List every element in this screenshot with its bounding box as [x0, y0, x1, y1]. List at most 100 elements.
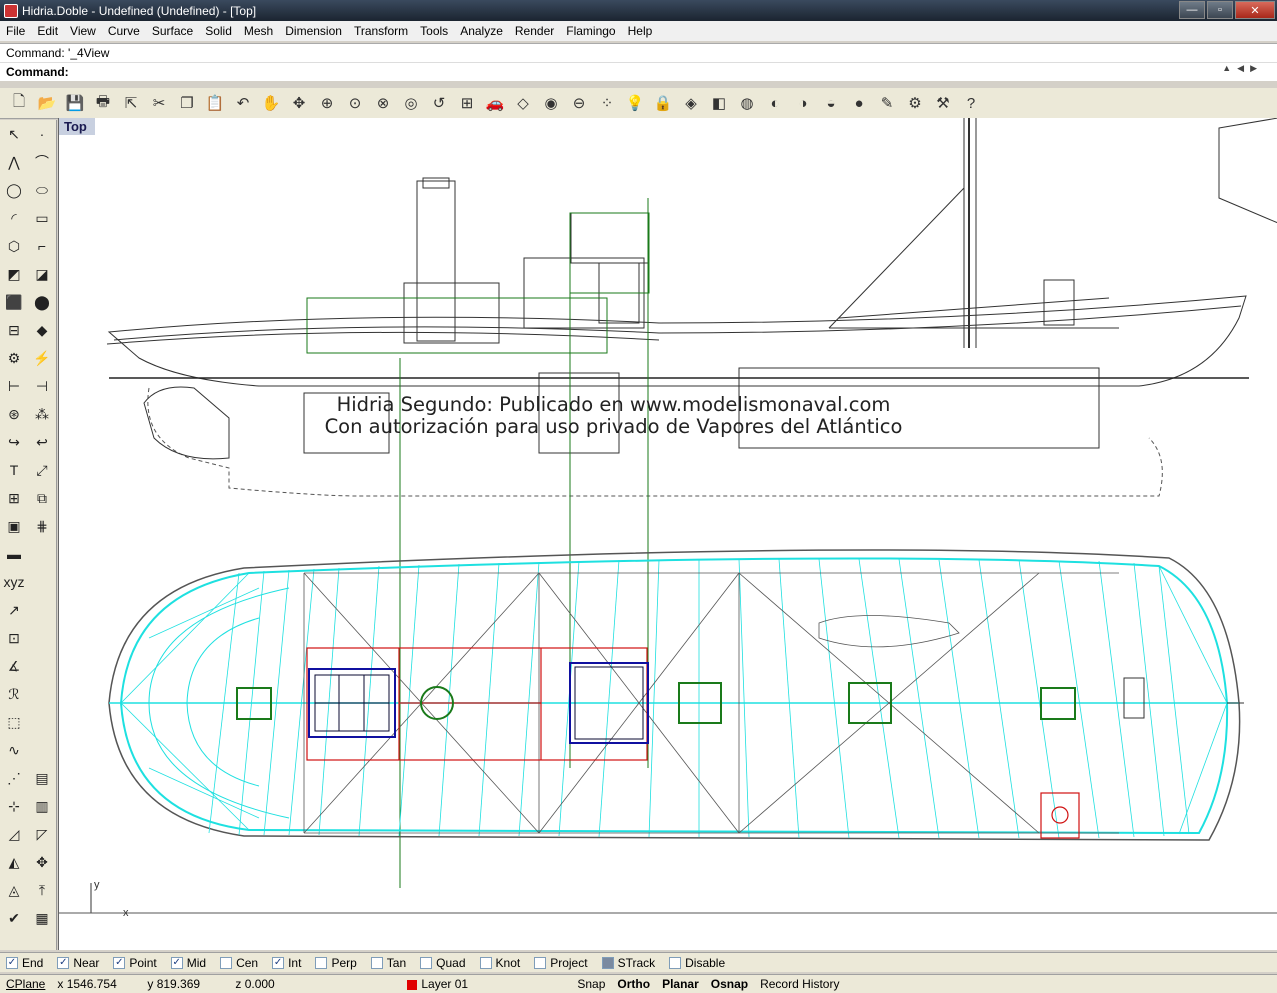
- pan-icon[interactable]: ✋: [258, 90, 284, 116]
- named-view-icon[interactable]: 🚗: [482, 90, 508, 116]
- split-icon[interactable]: ↩: [28, 428, 56, 456]
- zoom-selected-icon[interactable]: ◎: [398, 90, 424, 116]
- osnap-strack-checkbox[interactable]: [601, 956, 614, 969]
- osnap-int[interactable]: ✓ Int: [272, 956, 301, 970]
- osnap-point-checkbox[interactable]: ✓: [113, 956, 126, 969]
- panel-icon[interactable]: ▤: [28, 764, 56, 792]
- angle-icon[interactable]: ∡: [0, 652, 28, 680]
- osnap-end[interactable]: ✓ End: [6, 956, 43, 970]
- toolbar-layout-icon[interactable]: ⚒: [930, 90, 956, 116]
- blank-tool-icon[interactable]: [28, 652, 56, 680]
- blank-tool-icon[interactable]: [28, 680, 56, 708]
- cplane-indicator[interactable]: CPlane: [0, 977, 51, 991]
- select-icon[interactable]: ↖: [0, 120, 28, 148]
- edge-icon[interactable]: ◿: [0, 820, 28, 848]
- grid-snap-icon[interactable]: ◉: [538, 90, 564, 116]
- osnap-icon[interactable]: ⊖: [566, 90, 592, 116]
- osnap-quad-checkbox[interactable]: [420, 956, 433, 969]
- dimension-icon[interactable]: ⊢: [0, 372, 28, 400]
- check-icon[interactable]: ✔: [0, 904, 28, 932]
- new-file-icon[interactable]: 🗋: [6, 90, 32, 116]
- blank-tool-icon[interactable]: [28, 540, 56, 568]
- osnap-toggle[interactable]: Osnap: [705, 977, 754, 991]
- menu-analyze[interactable]: Analyze: [454, 24, 509, 38]
- panel2-icon[interactable]: ▥: [28, 792, 56, 820]
- hatch-icon[interactable]: ⋕: [28, 512, 56, 540]
- edit-points-icon[interactable]: ⋰: [0, 764, 28, 792]
- menu-surface[interactable]: Surface: [146, 24, 199, 38]
- blank-tool-icon[interactable]: [28, 568, 56, 596]
- arc-icon[interactable]: ◜: [0, 204, 28, 232]
- osnap-point[interactable]: ✓ Point: [113, 956, 157, 970]
- minimize-button[interactable]: —: [1179, 1, 1205, 19]
- polygon-icon[interactable]: ⬡: [0, 232, 28, 260]
- osnap-mid[interactable]: ✓ Mid: [170, 956, 206, 970]
- length-icon[interactable]: ⊡: [0, 624, 28, 652]
- blank-tool-icon[interactable]: [28, 624, 56, 652]
- viewport-label[interactable]: Top: [59, 118, 95, 135]
- cplane-icon[interactable]: ◇: [510, 90, 536, 116]
- osnap-near-checkbox[interactable]: ✓: [57, 956, 70, 969]
- menu-file[interactable]: File: [0, 24, 31, 38]
- surface-icon[interactable]: ◩: [0, 260, 28, 288]
- menu-transform[interactable]: Transform: [348, 24, 414, 38]
- export-icon[interactable]: ⇱: [118, 90, 144, 116]
- color-wheel-icon[interactable]: ◍: [734, 90, 760, 116]
- mirror-icon[interactable]: ⧉: [28, 484, 56, 512]
- extrude-icon[interactable]: ◪: [28, 260, 56, 288]
- cut-icon[interactable]: ✂: [146, 90, 172, 116]
- points-icon[interactable]: ⁘: [594, 90, 620, 116]
- open-file-icon[interactable]: 📂: [34, 90, 60, 116]
- light-icon[interactable]: 💡: [622, 90, 648, 116]
- top-viewport[interactable]: y x Top Hidria Segundo: Publicado en www…: [58, 118, 1277, 950]
- fillet-icon[interactable]: ⌐: [28, 232, 56, 260]
- trim-icon[interactable]: ↪: [0, 428, 28, 456]
- lock-icon[interactable]: 🔒: [650, 90, 676, 116]
- osnap-cen-checkbox[interactable]: [220, 956, 233, 969]
- circle-icon[interactable]: ◯: [0, 176, 28, 204]
- distance-icon[interactable]: ↗: [0, 596, 28, 624]
- menu-solid[interactable]: Solid: [199, 24, 238, 38]
- menu-help[interactable]: Help: [622, 24, 659, 38]
- osnap-quad[interactable]: Quad: [420, 956, 466, 970]
- rectangle-icon[interactable]: ▭: [28, 204, 56, 232]
- osnap-disable[interactable]: Disable: [669, 956, 725, 970]
- zoom-icon[interactable]: ⊕: [314, 90, 340, 116]
- text-icon[interactable]: T: [0, 456, 28, 484]
- osnap-perp[interactable]: Perp: [315, 956, 357, 970]
- snap-toggle[interactable]: Snap: [571, 977, 611, 991]
- menu-edit[interactable]: Edit: [31, 24, 64, 38]
- osnap-knot[interactable]: Knot: [479, 956, 520, 970]
- planar-toggle[interactable]: Planar: [656, 977, 705, 991]
- osnap-near[interactable]: ✓ Near: [57, 956, 99, 970]
- menu-flamingo[interactable]: Flamingo: [560, 24, 621, 38]
- ellipse-icon[interactable]: ⬭: [28, 176, 56, 204]
- bounding-box-icon[interactable]: ⬚: [0, 708, 28, 736]
- scale-icon[interactable]: ⤢: [28, 456, 56, 484]
- flip-icon[interactable]: ◸: [28, 820, 56, 848]
- undo-view-icon[interactable]: ↺: [426, 90, 452, 116]
- rhino-app-icon[interactable]: [4, 3, 18, 18]
- leader-icon[interactable]: ⊣: [28, 372, 56, 400]
- boolean-icon[interactable]: ⚙: [0, 344, 28, 372]
- display-icon[interactable]: ▦: [28, 904, 56, 932]
- osnap-perp-checkbox[interactable]: [315, 956, 328, 969]
- help-icon[interactable]: ?: [958, 90, 984, 116]
- osnap-tan-checkbox[interactable]: [370, 956, 383, 969]
- drawing-canvas[interactable]: y x: [59, 118, 1277, 950]
- osnap-knot-checkbox[interactable]: [479, 956, 492, 969]
- maximize-button[interactable]: ▫: [1207, 1, 1233, 19]
- scroll-up-icon[interactable]: ▲: [1222, 63, 1231, 74]
- curve-icon[interactable]: ⌒: [28, 148, 56, 176]
- layer-icon[interactable]: ◈: [678, 90, 704, 116]
- solid-box-icon[interactable]: ▣: [0, 512, 28, 540]
- ruler-icon[interactable]: ▬: [0, 540, 28, 568]
- menu-dimension[interactable]: Dimension: [279, 24, 348, 38]
- osnap-tan[interactable]: Tan: [370, 956, 406, 970]
- transform-icon[interactable]: ✥: [28, 848, 56, 876]
- curvature-icon[interactable]: ∿: [0, 736, 28, 764]
- xyz-icon[interactable]: xyz: [0, 568, 28, 596]
- four-view-icon[interactable]: ⊞: [454, 90, 480, 116]
- direction-icon[interactable]: ⤒: [28, 876, 56, 904]
- light-spot-icon[interactable]: ⚡: [28, 344, 56, 372]
